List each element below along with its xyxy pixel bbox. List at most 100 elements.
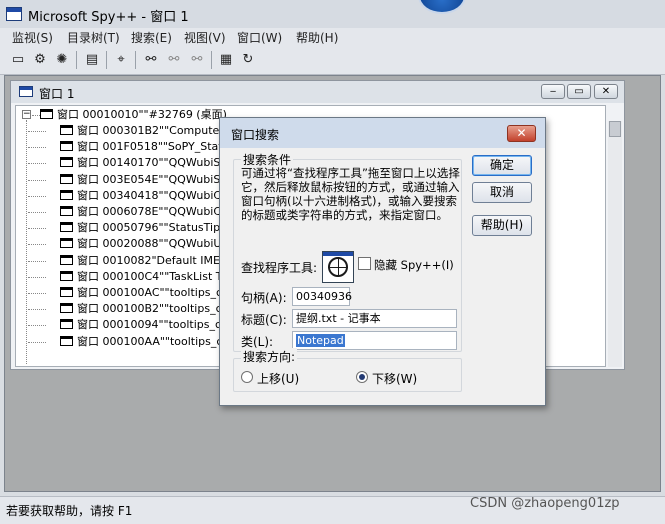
handle-label: 句柄(A):	[241, 291, 287, 305]
tree-root-label: 窗口 00010010""#32769 (桌面)	[57, 108, 227, 121]
window-icon	[40, 109, 53, 119]
tree-connector	[28, 179, 46, 181]
tree-connector	[28, 309, 46, 311]
toolbar-separator	[106, 51, 107, 69]
direction-up-radio[interactable]	[241, 371, 253, 383]
tree-item-label: 窗口 000100AA""tooltips_clas	[77, 334, 238, 348]
tree-item-label: 窗口 003E054E""QQWubiSy	[77, 172, 227, 186]
tree-item-label: 窗口 0010082"Default IME"	[77, 253, 225, 267]
child-title: 窗口 1	[39, 87, 75, 101]
toolbar-separator	[211, 51, 212, 69]
handle-input[interactable]: 00340936	[292, 287, 352, 306]
window-icon	[60, 173, 73, 184]
tree-scrollbar[interactable]	[608, 121, 622, 367]
window-icon	[60, 222, 73, 233]
tree-item-label: 窗口 0006078E""QQWubiCor	[77, 205, 233, 218]
tree-connector	[28, 228, 46, 230]
search-description: 可通过将“查找程序工具”拖至窗口上以选择它，然后释放鼠标按钮的方式，或通过输入窗…	[241, 166, 460, 222]
tree-connector	[28, 212, 46, 213]
window-icon	[60, 335, 73, 346]
tree-connector	[28, 341, 46, 343]
child-title-bar[interactable]: 窗口 1 ‒ ▭ ✕	[11, 81, 624, 103]
window-icon	[19, 86, 33, 97]
maximize-button[interactable]: ▭	[567, 84, 591, 99]
threads-icon[interactable]: ✺	[54, 52, 70, 68]
direction-down-label: 下移(W)	[372, 372, 418, 386]
scroll-thumb[interactable]	[609, 121, 621, 137]
tree-connector	[28, 276, 46, 278]
window-icon	[60, 157, 73, 168]
tree-connector	[28, 260, 46, 262]
messages-icon[interactable]: ▤	[84, 52, 100, 68]
window-icon	[60, 189, 73, 200]
menu-window[interactable]: 窗口(W)	[237, 29, 282, 46]
menu-bar: 监视(S) 目录树(T) 搜索(E) 视图(V) 窗口(W) 帮助(H)	[0, 28, 665, 46]
refresh-icon[interactable]: ↻	[240, 52, 256, 68]
status-text: 若要获取帮助，请按 F1	[6, 504, 133, 518]
direction-down-radio[interactable]	[356, 371, 368, 383]
tree-item-label: 窗口 000100AC""tooltips_clas	[77, 286, 238, 299]
ok-button[interactable]: 确定	[472, 155, 532, 176]
title-bar[interactable]: Microsoft Spy++ - 窗口 1	[0, 0, 665, 28]
hide-spy-label: 隐藏 Spy++(I)	[374, 258, 454, 272]
finder-tool-label: 查找程序工具:	[241, 261, 318, 275]
caption-input[interactable]: 提纲.txt - 记事本	[292, 309, 457, 328]
cancel-button[interactable]: 取消	[472, 182, 532, 203]
find-window-icon[interactable]: ⌖	[113, 52, 129, 68]
find-icon[interactable]: ⚯	[143, 52, 159, 68]
tree-item-label: 窗口 00020088""QQWubiUIW	[77, 237, 236, 251]
window-icon	[60, 206, 73, 216]
window-icon	[60, 270, 73, 281]
tree-connector	[28, 131, 46, 132]
dialog-title-bar[interactable]: 窗口搜索 ✕	[220, 118, 545, 148]
tree-connector	[28, 147, 46, 149]
collapse-icon[interactable]: −	[22, 110, 31, 119]
minimize-button[interactable]: ‒	[541, 84, 565, 99]
tree-connector	[28, 163, 46, 165]
find-prev-icon[interactable]: ⚯	[189, 52, 205, 68]
start-orb-icon	[418, 0, 466, 14]
toolbar: ▭ ⚙ ✺ ▤ ⌖ ⚯ ⚯ ⚯ ▦ ↻	[0, 46, 665, 75]
watermark-text: CSDN @zhaopeng01zp	[470, 496, 620, 511]
close-button[interactable]: ✕	[594, 84, 618, 99]
search-criteria-group: 搜索条件 可通过将“查找程序工具”拖至窗口上以选择它，然后释放鼠标按钮的方式，或…	[233, 151, 463, 350]
direction-up-label: 上移(U)	[257, 372, 300, 386]
tree-connector	[28, 293, 46, 294]
menu-help[interactable]: 帮助(H)	[296, 29, 338, 46]
tree-item-label: 窗口 00050796""StatusTips	[77, 221, 226, 235]
menu-tree[interactable]: 目录树(T)	[67, 29, 120, 46]
tree-connector	[28, 195, 46, 197]
windows-icon[interactable]: ▭	[10, 52, 26, 68]
window-icon	[60, 238, 73, 249]
find-next-icon[interactable]: ⚯	[166, 52, 182, 68]
window-icon	[60, 319, 73, 330]
tree-guide-line	[26, 120, 27, 364]
dialog-title: 窗口搜索	[231, 128, 280, 142]
menu-monitor[interactable]: 监视(S)	[12, 29, 53, 46]
processes-icon[interactable]: ⚙	[32, 52, 48, 68]
caption-label: 标题(C):	[241, 313, 287, 327]
tree-item-label: 窗口 00340418""QQWubiCar	[77, 188, 233, 202]
spy-app-icon	[6, 7, 22, 21]
properties-icon[interactable]: ▦	[218, 52, 234, 68]
menu-view[interactable]: 视图(V)	[184, 29, 226, 46]
tree-item-label: 窗口 000100C4""TaskList Thu	[77, 269, 237, 283]
class-input-selection: Notepad	[296, 334, 345, 347]
hide-spy-checkbox[interactable]	[358, 257, 371, 270]
window-icon	[60, 125, 73, 135]
find-window-dialog: 窗口搜索 ✕ 搜索条件 可通过将“查找程序工具”拖至窗口上以选择它，然后释放鼠标…	[219, 117, 546, 406]
class-input[interactable]: Notepad	[292, 331, 457, 350]
toolbar-separator	[76, 51, 77, 69]
app-title: Microsoft Spy++ - 窗口 1	[28, 10, 189, 25]
tree-item-label: 窗口 001F0518""SoPY_Statu	[77, 140, 230, 154]
tree-connector	[28, 244, 46, 246]
window-icon	[60, 287, 73, 297]
tree-item-label: 窗口 00010094""tooltips_clas	[77, 318, 237, 332]
menu-search[interactable]: 搜索(E)	[131, 29, 172, 46]
dialog-close-button[interactable]: ✕	[507, 125, 536, 142]
finder-tool[interactable]	[322, 251, 354, 283]
window-icon	[60, 141, 73, 152]
help-button[interactable]: 帮助(H)	[472, 215, 532, 236]
crosshair-icon	[328, 257, 348, 277]
tree-item-label: 窗口 000100B2""tooltips_clas	[77, 302, 238, 316]
